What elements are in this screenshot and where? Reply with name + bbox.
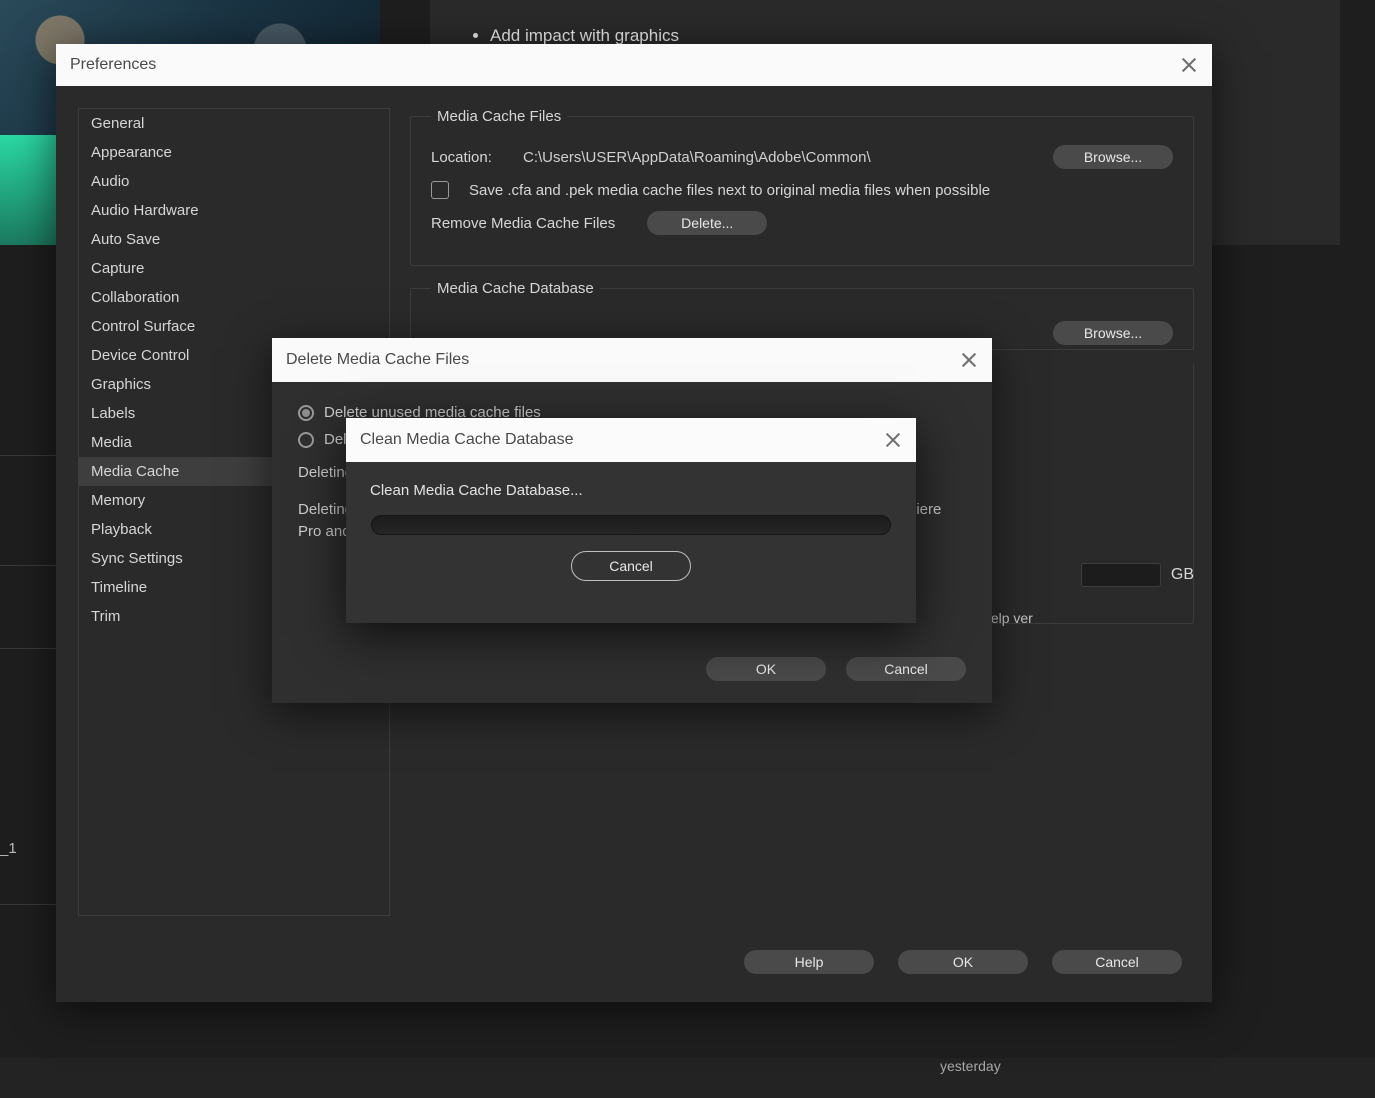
cache-size-input[interactable] (1081, 563, 1161, 587)
ok-button[interactable]: OK (898, 950, 1028, 974)
sidebar-item-appearance[interactable]: Appearance (79, 138, 389, 167)
clean-cache-title: Clean Media Cache Database (360, 431, 573, 449)
timeline-separator (0, 455, 60, 456)
delete-cancel-button[interactable]: Cancel (846, 657, 966, 681)
help-button[interactable]: Help (744, 950, 874, 974)
location-label: Location: (431, 149, 511, 166)
sidebar-item-control-surface[interactable]: Control Surface (79, 312, 389, 341)
clean-cache-message: Clean Media Cache Database... (370, 482, 583, 499)
location-path: C:\Users\USER\AppData\Roaming\Adobe\Comm… (523, 149, 1041, 166)
clean-cancel-button[interactable]: Cancel (571, 551, 691, 581)
delete-ok-button[interactable]: OK (706, 657, 826, 681)
radio-delete-all[interactable] (298, 432, 314, 448)
clean-cache-titlebar: Clean Media Cache Database (346, 418, 916, 462)
radio-delete-unused[interactable] (298, 405, 314, 421)
preferences-title: Preferences (70, 56, 156, 74)
browse-button[interactable]: Browse... (1053, 145, 1173, 169)
timeline-footer: yesterday (0, 1058, 1375, 1098)
media-cache-files-group: Media Cache Files Location: C:\Users\USE… (410, 108, 1194, 266)
delete-button[interactable]: Delete... (647, 211, 767, 235)
sidebar-item-collaboration[interactable]: Collaboration (79, 283, 389, 312)
tutorial-bullet: Add impact with graphics (490, 26, 1310, 46)
media-cache-files-legend: Media Cache Files (431, 108, 567, 125)
clip-label: _1 (0, 840, 17, 857)
sidebar-item-audio[interactable]: Audio (79, 167, 389, 196)
browse-db-button[interactable]: Browse... (1053, 321, 1173, 345)
delete-cache-titlebar: Delete Media Cache Files (272, 338, 992, 382)
gb-unit: GB (1171, 566, 1194, 584)
close-icon[interactable] (884, 431, 902, 449)
remove-cache-label: Remove Media Cache Files (431, 215, 615, 232)
close-icon[interactable] (1180, 56, 1198, 74)
sidebar-item-audio-hardware[interactable]: Audio Hardware (79, 196, 389, 225)
clean-cache-dialog: Clean Media Cache Database Clean Media C… (346, 418, 916, 623)
timeline-separator (0, 565, 60, 566)
timeline-separator (0, 648, 60, 649)
cancel-button[interactable]: Cancel (1052, 950, 1182, 974)
sidebar-item-capture[interactable]: Capture (79, 254, 389, 283)
cache-size-row: GB (1081, 563, 1194, 587)
save-cfa-checkbox[interactable] (431, 181, 449, 199)
media-cache-database-legend: Media Cache Database (431, 280, 600, 297)
save-cfa-label: Save .cfa and .pek media cache files nex… (469, 182, 990, 199)
sidebar-item-auto-save[interactable]: Auto Save (79, 225, 389, 254)
delete-cache-title: Delete Media Cache Files (286, 351, 469, 369)
timeline-separator (0, 904, 60, 905)
preferences-titlebar: Preferences (56, 44, 1212, 86)
progress-bar (371, 515, 891, 535)
sidebar-item-general[interactable]: General (79, 109, 389, 138)
close-icon[interactable] (960, 351, 978, 369)
